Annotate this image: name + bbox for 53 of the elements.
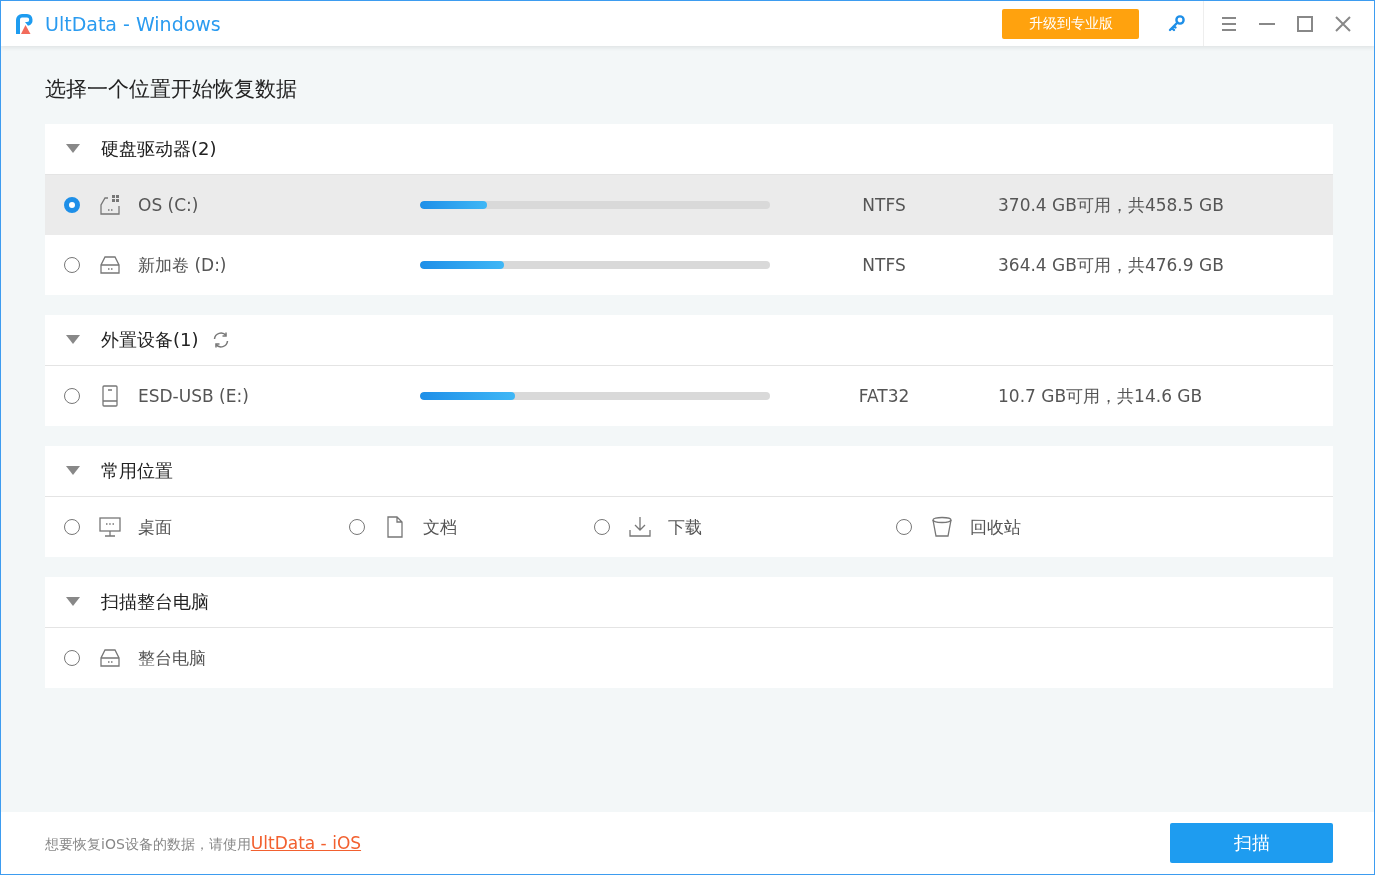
download-icon xyxy=(629,516,651,538)
radio-button[interactable] xyxy=(64,388,80,404)
key-icon[interactable] xyxy=(1167,13,1187,34)
collapse-caret-icon[interactable] xyxy=(66,597,80,607)
radio-button[interactable] xyxy=(594,519,610,535)
footer-hint: 想要恢复iOS设备的数据，请使用UltData - iOS xyxy=(45,832,362,854)
usb-drive-icon xyxy=(99,385,121,407)
file-system: NTFS xyxy=(861,255,907,275)
location-name: 下载 xyxy=(668,515,702,539)
drive-name: OS (C:) xyxy=(138,195,200,215)
radio-button[interactable] xyxy=(64,197,80,213)
radio-button[interactable] xyxy=(896,519,912,535)
drive-row[interactable]: 新加卷 (D:) NTFS 364.4 GB可用，共476.9 GB xyxy=(45,235,1333,295)
drive-name: ESD-USB (E:) xyxy=(138,386,250,406)
trash-bin-icon xyxy=(931,516,953,538)
location-item[interactable]: 回收站 xyxy=(877,497,1077,557)
section-title: 扫描整台电脑 xyxy=(101,590,209,614)
drive-name: 整台电脑 xyxy=(138,646,207,670)
radio-button[interactable] xyxy=(64,519,80,535)
radio-button[interactable] xyxy=(64,650,80,666)
file-system: FAT32 xyxy=(857,386,911,406)
section-title: 硬盘驱动器(2) xyxy=(101,137,217,161)
page-heading: 选择一个位置开始恢复数据 xyxy=(45,76,298,103)
radio-button[interactable] xyxy=(64,257,80,273)
collapse-caret-icon[interactable] xyxy=(66,335,80,345)
radio-button[interactable] xyxy=(349,519,365,535)
drive-icon xyxy=(99,254,121,276)
document-icon xyxy=(384,516,406,538)
drive-row[interactable]: ESD-USB (E:) FAT32 10.7 GB可用，共14.6 GB xyxy=(45,366,1333,426)
windows-drive-icon xyxy=(99,194,121,216)
collapse-caret-icon[interactable] xyxy=(66,144,80,154)
free-space: 10.7 GB可用，共14.6 GB xyxy=(998,384,1203,408)
location-item[interactable]: 文档 xyxy=(330,497,575,557)
close-icon[interactable] xyxy=(1334,14,1352,33)
drive-name: 新加卷 (D:) xyxy=(138,253,228,277)
monitor-icon xyxy=(99,516,121,538)
maximize-icon[interactable] xyxy=(1296,14,1314,33)
file-system: NTFS xyxy=(861,195,907,215)
drive-row[interactable]: 整台电脑 xyxy=(45,628,1333,688)
collapse-caret-icon[interactable] xyxy=(66,466,80,476)
location-item[interactable]: 下载 xyxy=(575,497,877,557)
location-name: 桌面 xyxy=(138,515,172,539)
drive-icon xyxy=(99,647,121,669)
free-space: 364.4 GB可用，共476.9 GB xyxy=(998,253,1224,277)
menu-icon[interactable] xyxy=(1220,14,1238,33)
drive-row[interactable]: OS (C:) NTFS 370.4 GB可用，共458.5 GB xyxy=(45,175,1333,235)
free-space: 370.4 GB可用，共458.5 GB xyxy=(998,193,1224,217)
location-name: 文档 xyxy=(423,515,457,539)
window-title: UltData - Windows xyxy=(45,12,221,35)
location-item[interactable]: 桌面 xyxy=(45,497,330,557)
location-name: 回收站 xyxy=(970,515,1021,539)
section-title: 外置设备(1) xyxy=(101,328,199,352)
section-title: 常用位置 xyxy=(101,459,173,483)
